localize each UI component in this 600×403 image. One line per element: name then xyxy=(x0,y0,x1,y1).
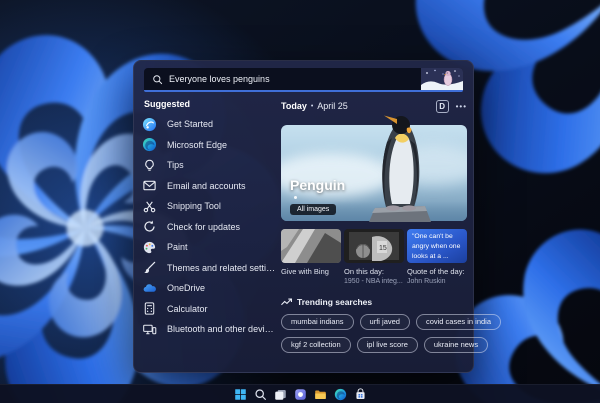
svg-text:15: 15 xyxy=(379,245,387,252)
today-title: Today xyxy=(281,101,307,111)
trending-title: Trending searches xyxy=(297,296,373,307)
trending-arrow-icon xyxy=(281,298,292,305)
suggested-section: Suggested Get Started Microsoft Edge Tip… xyxy=(142,99,280,343)
suggested-item-label: Tips xyxy=(167,160,184,170)
desktop: Suggested Get Started Microsoft xyxy=(0,0,600,403)
trending-chip[interactable]: ipl live score xyxy=(356,336,418,353)
suggested-item-label: Bluetooth and other devices sett... xyxy=(167,324,277,334)
suggested-item-label: Snipping Tool xyxy=(167,201,221,211)
snipping-tool-icon xyxy=(142,199,157,214)
suggested-item-calculator[interactable]: Calculator xyxy=(142,302,280,316)
suggested-item-bluetooth-devices[interactable]: Bluetooth and other devices sett... xyxy=(142,322,280,336)
trending-chip-row: kgf 2 collection ipl live score ukraine … xyxy=(281,336,489,353)
get-started-icon xyxy=(142,117,157,132)
start-button[interactable] xyxy=(234,388,247,401)
email-icon xyxy=(142,178,157,193)
all-images-button[interactable]: All images xyxy=(290,204,337,215)
trending-chip[interactable]: kgf 2 collection xyxy=(281,336,351,353)
taskbar-search-icon[interactable] xyxy=(254,388,267,401)
themes-brush-icon xyxy=(142,260,157,275)
suggested-item-check-updates[interactable]: Check for updates xyxy=(142,220,280,234)
widgets-icon[interactable] xyxy=(294,388,307,401)
suggested-item-email-accounts[interactable]: Email and accounts xyxy=(142,179,280,193)
trending-header: Trending searches xyxy=(281,297,467,307)
suggested-item-label: Calculator xyxy=(167,303,208,314)
suggested-item-label: Email and accounts xyxy=(167,180,246,191)
card-give-with-bing[interactable]: Give with Bing xyxy=(281,229,341,286)
card-caption: Quote of the day: xyxy=(407,267,465,276)
card-on-this-day[interactable]: 15 On this day: 1950 - NBA integ... xyxy=(344,229,404,286)
taskbar xyxy=(0,384,600,403)
suggested-item-snipping-tool[interactable]: Snipping Tool xyxy=(142,199,280,213)
trending-section: Trending searches mumbai indians urfi ja… xyxy=(281,297,502,353)
on-this-day-image: 15 xyxy=(344,229,404,263)
suggested-item-paint[interactable]: Paint xyxy=(142,240,280,254)
today-header: Today • April 25 D ••• xyxy=(281,99,467,113)
edge-icon xyxy=(142,137,157,152)
suggested-item-themes[interactable]: Themes and related settings xyxy=(142,261,280,275)
more-options-icon[interactable]: ••• xyxy=(456,102,467,111)
profile-badge[interactable]: D xyxy=(435,99,449,113)
onedrive-cloud-icon xyxy=(142,281,157,296)
suggested-header: Suggested xyxy=(144,99,191,109)
search-flyout-panel: Suggested Get Started Microsoft xyxy=(133,60,502,373)
file-explorer-icon[interactable] xyxy=(314,388,327,401)
devices-icon xyxy=(142,322,157,337)
store-icon[interactable] xyxy=(354,387,367,401)
suggested-item-label: Microsoft Edge xyxy=(167,139,228,150)
card-subcaption: 1950 - NBA integ... xyxy=(344,277,403,285)
suggested-item-onedrive[interactable]: OneDrive xyxy=(142,281,280,295)
search-icon xyxy=(153,74,163,84)
suggested-item-label: Get Started xyxy=(167,119,214,129)
give-with-bing-image xyxy=(281,229,341,263)
feed-cards-row: Give with Bing 15 On this day: 1950 - NB… xyxy=(281,229,467,286)
task-view-icon[interactable] xyxy=(274,388,287,401)
suggested-item-label: Check for updates xyxy=(167,221,241,232)
updates-icon xyxy=(142,219,157,234)
suggested-item-label: OneDrive xyxy=(167,283,206,293)
card-quote-of-the-day[interactable]: "One can't be angry when one looks at a … xyxy=(407,229,467,286)
trending-chip[interactable]: covid cases in india xyxy=(415,313,502,330)
carousel-dot xyxy=(294,196,297,199)
suggested-item-microsoft-edge[interactable]: Microsoft Edge xyxy=(142,137,280,152)
today-feed: Today • April 25 D ••• Penguin All image… xyxy=(281,99,502,353)
search-box[interactable] xyxy=(144,68,463,92)
suggested-item-get-started[interactable]: Get Started xyxy=(142,117,280,131)
suggested-item-label: Themes and related settings xyxy=(167,262,277,273)
suggested-item-tips[interactable]: Tips xyxy=(142,158,280,172)
card-caption: On this day: xyxy=(344,267,385,276)
calculator-icon xyxy=(142,301,157,316)
hero-penguin-card[interactable]: Penguin All images xyxy=(281,115,467,222)
card-caption: Give with Bing xyxy=(281,267,329,276)
suggested-item-label: Paint xyxy=(167,242,188,252)
hero-title: Penguin xyxy=(290,177,346,193)
suggested-list: Get Started Microsoft Edge Tips Email an… xyxy=(142,117,280,336)
paint-palette-icon xyxy=(142,240,157,255)
search-input[interactable] xyxy=(169,74,421,84)
today-date: April 25 xyxy=(317,101,348,111)
trending-chip[interactable]: urfi javed xyxy=(359,313,410,330)
edge-taskbar-icon[interactable] xyxy=(334,388,347,401)
quote-text: "One can't be angry when one looks at a … xyxy=(407,229,467,263)
emperor-penguin-image xyxy=(369,115,431,222)
trending-chip[interactable]: ukraine news xyxy=(423,336,489,353)
tips-bulb-icon xyxy=(142,158,157,173)
today-separator: • xyxy=(310,102,314,110)
trending-chip-row: mumbai indians urfi javed covid cases in… xyxy=(281,313,502,330)
penguin-night-illustration xyxy=(421,68,463,90)
card-subcaption: John Ruskin xyxy=(407,277,446,285)
trending-chip[interactable]: mumbai indians xyxy=(281,313,354,330)
